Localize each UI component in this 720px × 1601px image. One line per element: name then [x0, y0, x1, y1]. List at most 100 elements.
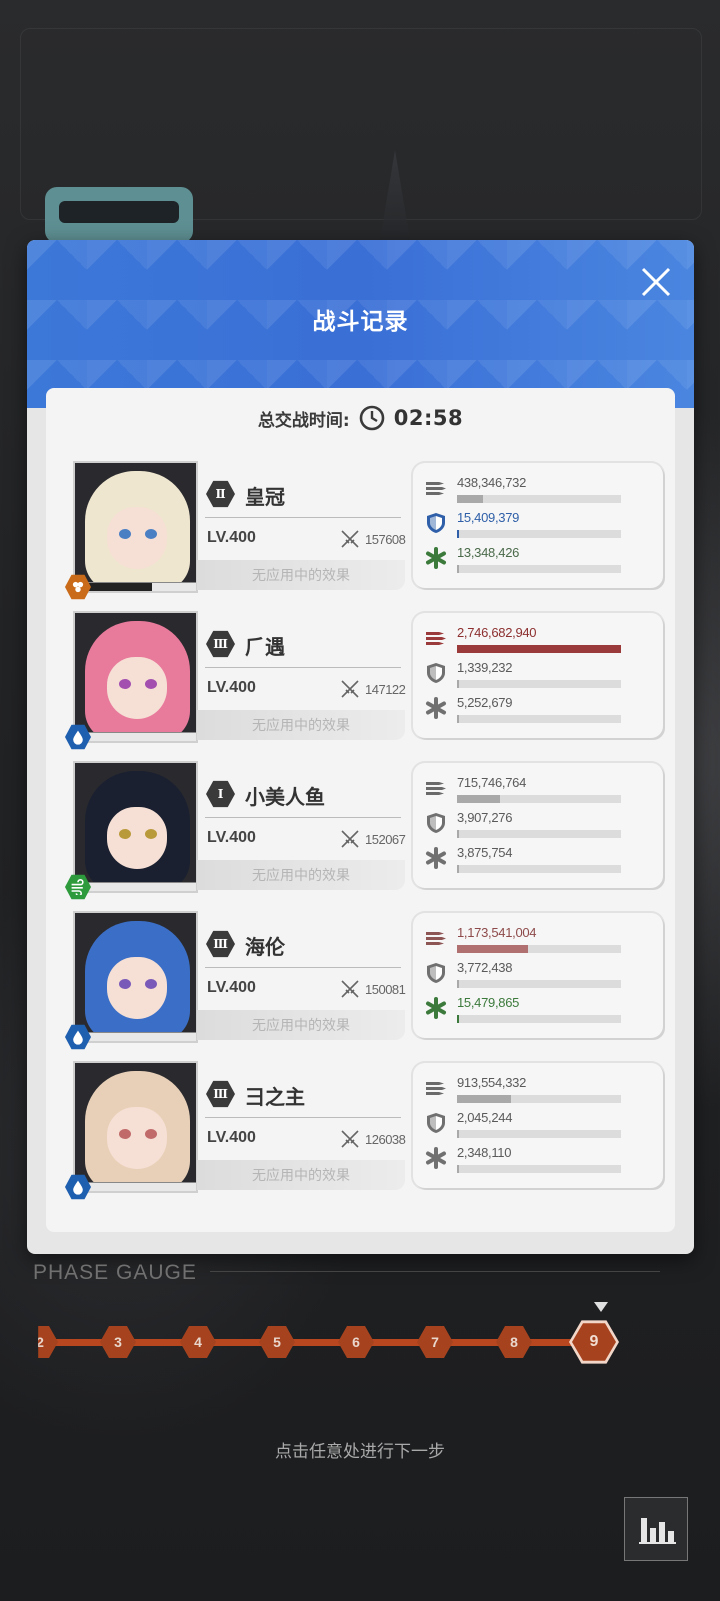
unit-info: Ⅱ 皇冠 LV.400 157608 无应用中的效果 [197, 469, 406, 590]
stat-bar [457, 495, 621, 503]
stat-damage-taken: 3,772,438 [425, 960, 655, 992]
unit-card[interactable]: Ⅰ 小美人鱼 LV.400 152067 无应用中的效果 715,746,764 3,907… [65, 761, 663, 900]
phase-divider [210, 1271, 660, 1272]
stat-damage-taken: 15,409,379 [425, 510, 655, 542]
active-effects: 无应用中的效果 [197, 860, 405, 890]
bullets-icon [425, 927, 447, 949]
phase-node-label: 5 [273, 1334, 281, 1350]
phase-node-label: 4 [194, 1334, 202, 1350]
stat-value: 438,346,732 [457, 475, 526, 490]
combat-power: 150081 [365, 982, 406, 997]
info-divider [205, 1117, 401, 1118]
unit-card[interactable]: Ⅱ 皇冠 LV.400 157608 无应用中的效果 438,346,732 15,409,… [65, 461, 663, 600]
phase-node-label: 8 [510, 1334, 518, 1350]
phase-node-label: 3 [114, 1334, 122, 1350]
stat-bar [457, 1165, 621, 1173]
stat-damage-dealt: 438,346,732 [425, 475, 655, 507]
close-button[interactable] [634, 260, 678, 304]
stat-bar [457, 645, 621, 653]
combat-power-icon [340, 979, 360, 999]
combat-power: 147122 [365, 682, 406, 697]
stat-healing: 3,875,754 [425, 845, 655, 877]
unit-stats-panel: 913,554,332 2,045,244 2,348,110 [413, 1063, 663, 1188]
stat-value: 2,746,682,940 [457, 625, 537, 640]
unit-level: LV.400 [207, 1129, 256, 1146]
unit-portrait[interactable] [73, 761, 198, 893]
unit-info: Ⅲ 海伦 LV.400 150081 无应用中的效果 [197, 919, 406, 1040]
stat-value: 13,348,426 [457, 545, 520, 560]
phase-node-label: 9 [589, 1333, 599, 1350]
active-effects: 无应用中的效果 [197, 710, 405, 740]
unit-portrait[interactable] [73, 611, 198, 743]
bullets-icon [425, 477, 447, 499]
close-x-icon [641, 267, 671, 297]
stat-value: 5,252,679 [457, 695, 513, 710]
stat-bar [457, 715, 621, 723]
heal-asterisk-icon [425, 547, 447, 569]
unit-hp-bar [75, 1032, 196, 1041]
stat-value: 715,746,764 [457, 775, 526, 790]
shield-icon [425, 1112, 447, 1134]
stat-bar [457, 1015, 621, 1023]
shield-icon [425, 662, 447, 684]
unit-hp-bar [75, 732, 196, 741]
continue-hint[interactable]: 点击任意处进行下一步 [0, 1437, 720, 1462]
unit-portrait[interactable] [73, 461, 198, 593]
unit-hp-bar [75, 582, 196, 591]
dialog-title: 战斗记录 [312, 309, 409, 335]
stat-value: 1,339,232 [457, 660, 513, 675]
stat-bar [457, 680, 621, 688]
unit-card[interactable]: Ⅲ ⺁遇 LV.400 147122 无应用中的效果 2,746,682,940 1,339… [65, 611, 663, 750]
unit-level: LV.400 [207, 679, 256, 696]
stat-value: 3,772,438 [457, 960, 513, 975]
shield-icon [425, 812, 447, 834]
burst-rank-icon: Ⅲ [206, 930, 235, 958]
bullets-icon [425, 1077, 447, 1099]
clock-icon [359, 405, 385, 431]
battle-record-dialog: 战斗记录 总交战时间: 02:58 Ⅱ 皇冠 LV.400 157608 无应用中的效果… [27, 240, 694, 1254]
stat-value: 3,907,276 [457, 810, 513, 825]
stats-button[interactable] [624, 1497, 688, 1561]
stat-damage-dealt: 2,746,682,940 [425, 625, 655, 657]
unit-name: 海伦 [245, 935, 285, 959]
unit-info: Ⅰ 小美人鱼 LV.400 152067 无应用中的效果 [197, 769, 406, 890]
burst-rank-icon: Ⅰ [206, 780, 235, 808]
burst-rank-icon: Ⅲ [206, 630, 235, 658]
info-divider [205, 667, 401, 668]
combat-power-icon [340, 829, 360, 849]
stat-bar [457, 945, 621, 953]
unit-name: ⺁遇 [245, 635, 285, 659]
total-time-label: 总交战时间: [257, 410, 350, 431]
unit-card[interactable]: Ⅲ ⺕之主 LV.400 126038 无应用中的效果 913,554,332 2,045,… [65, 1061, 663, 1200]
unit-portrait[interactable] [73, 911, 198, 1043]
heal-asterisk-icon [425, 997, 447, 1019]
unit-info: Ⅲ ⺕之主 LV.400 126038 无应用中的效果 [197, 1069, 406, 1190]
unit-card[interactable]: Ⅲ 海伦 LV.400 150081 无应用中的效果 1,173,541,004 3,772… [65, 911, 663, 1050]
bullets-icon [425, 627, 447, 649]
stat-bar [457, 865, 621, 873]
phase-node-label: 6 [352, 1334, 360, 1350]
heal-asterisk-icon [425, 1147, 447, 1169]
current-phase-marker-icon [594, 1302, 608, 1312]
stat-bar [457, 530, 621, 538]
stat-damage-taken: 2,045,244 [425, 1110, 655, 1142]
info-divider [205, 817, 401, 818]
combat-power: 126038 [365, 1132, 406, 1147]
unit-hp-bar [75, 1182, 196, 1191]
phase-gauge-title: PHASE GAUGE [33, 1261, 197, 1284]
unit-hp-bar [75, 882, 196, 891]
phase-node-label: 7 [431, 1334, 439, 1350]
stat-damage-taken: 3,907,276 [425, 810, 655, 842]
stat-value: 15,479,865 [457, 995, 520, 1010]
unit-info: Ⅲ ⺁遇 LV.400 147122 无应用中的效果 [197, 619, 406, 740]
stat-bar [457, 1130, 621, 1138]
stat-healing: 13,348,426 [425, 545, 655, 577]
heal-asterisk-icon [425, 697, 447, 719]
unit-portrait[interactable] [73, 1061, 198, 1193]
burst-rank-icon: Ⅱ [206, 480, 235, 508]
active-effects: 无应用中的效果 [197, 560, 405, 590]
info-divider [205, 517, 401, 518]
active-effects: 无应用中的效果 [197, 1160, 405, 1190]
stat-value: 2,348,110 [457, 1145, 512, 1160]
stat-damage-dealt: 913,554,332 [425, 1075, 655, 1107]
